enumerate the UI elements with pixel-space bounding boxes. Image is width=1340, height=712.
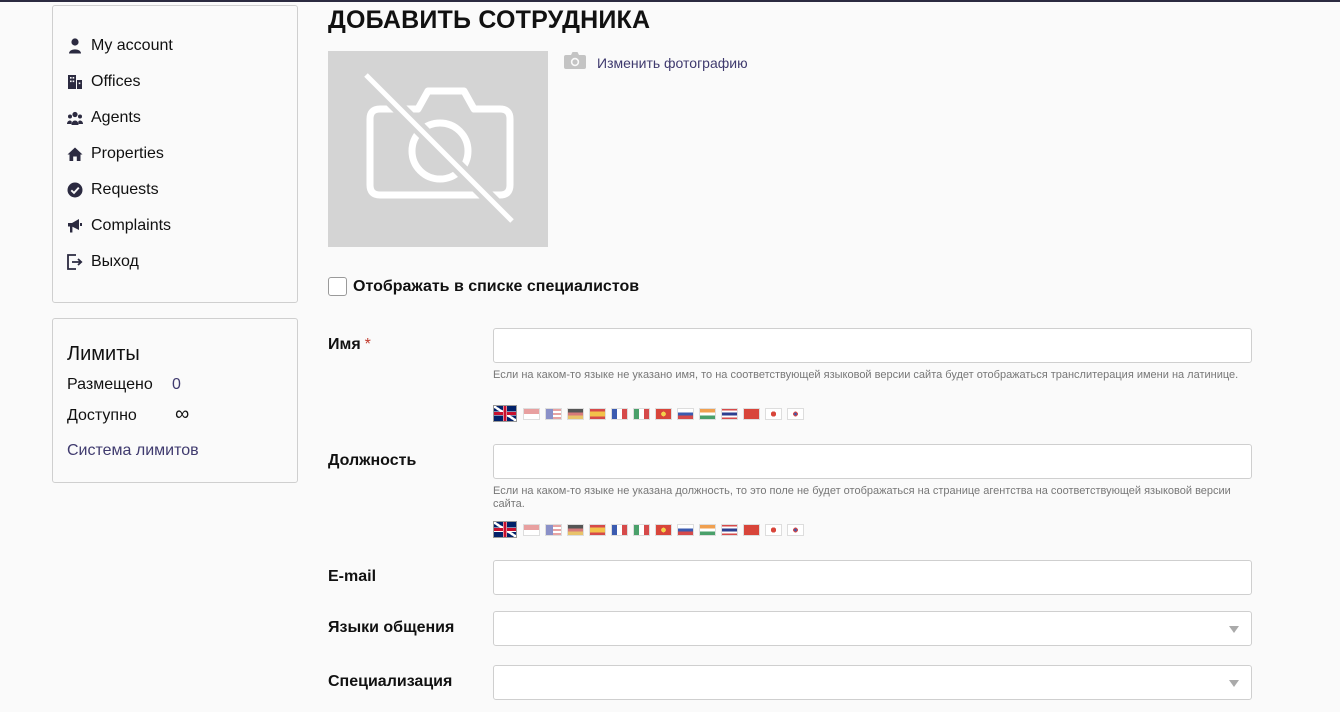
- required-mark: *: [364, 336, 371, 353]
- position-language-flags: [493, 521, 809, 538]
- placed-label: Размещено: [67, 376, 153, 393]
- languages-select[interactable]: [493, 611, 1252, 646]
- available-value: ∞: [175, 403, 190, 425]
- sidebar-item-properties[interactable]: Properties: [67, 142, 164, 166]
- limits-system-link[interactable]: Система лимитов: [67, 442, 199, 460]
- specialization-label: Специализация: [328, 673, 453, 690]
- sidebar-item-logout[interactable]: Выход: [67, 250, 139, 274]
- chevron-down-icon: [1229, 626, 1239, 633]
- limits-title: Лимиты: [67, 343, 140, 365]
- chevron-down-icon: [1229, 680, 1239, 687]
- name-language-flags: [493, 405, 809, 422]
- sidebar-item-label: Complaints: [91, 217, 172, 234]
- flag-jp-icon[interactable]: [765, 523, 782, 536]
- limits-panel: Лимиты Размещено 0 Доступно ∞ Система ли…: [52, 318, 298, 483]
- home-icon: [67, 146, 83, 162]
- sidebar-menu: My account Offices Agents Properties Req…: [52, 5, 298, 303]
- flag-de-icon[interactable]: [567, 407, 584, 420]
- flag-it-icon[interactable]: [633, 523, 650, 536]
- flag-gb-icon[interactable]: [493, 521, 517, 538]
- position-input[interactable]: [493, 444, 1252, 479]
- sidebar-item-label: Requests: [91, 181, 159, 198]
- email-input[interactable]: [493, 560, 1252, 595]
- photo-placeholder[interactable]: [328, 51, 548, 247]
- name-hint: Если на каком-то языке не указано имя, т…: [493, 369, 1239, 381]
- available-label: Доступно: [67, 407, 137, 424]
- show-in-list-checkbox[interactable]: [328, 277, 347, 296]
- flag-in-icon[interactable]: [699, 523, 716, 536]
- check-circle-icon: [67, 182, 83, 198]
- name-label: Имя *: [328, 336, 371, 354]
- sidebar-item-label: Properties: [91, 145, 164, 162]
- flag-vn-icon[interactable]: [655, 407, 672, 420]
- sidebar-item-complaints[interactable]: Complaints: [67, 214, 171, 238]
- flag-id-icon[interactable]: [523, 523, 540, 536]
- flag-de-icon[interactable]: [567, 523, 584, 536]
- email-label: E-mail: [328, 568, 377, 585]
- change-photo-label: Изменить фотографию: [597, 54, 748, 71]
- megaphone-icon: [67, 218, 83, 234]
- people-icon: [67, 110, 83, 126]
- flag-th-icon[interactable]: [721, 407, 738, 420]
- flag-vn-icon[interactable]: [655, 523, 672, 536]
- show-in-list-row: Отображать в списке специалистов: [328, 277, 639, 296]
- flag-cn-icon[interactable]: [743, 523, 760, 536]
- sidebar-item-label: Offices: [91, 73, 141, 90]
- specialization-select[interactable]: [493, 665, 1252, 700]
- sidebar-item-label: My account: [91, 37, 173, 54]
- flag-my-icon[interactable]: [545, 523, 562, 536]
- flag-jp-icon[interactable]: [765, 407, 782, 420]
- position-hint: Если на каком-то языке не указана должно…: [493, 485, 1231, 510]
- user-icon: [67, 38, 83, 54]
- flag-th-icon[interactable]: [721, 523, 738, 536]
- sidebar-item-offices[interactable]: Offices: [67, 70, 141, 94]
- languages-label: Языки общения: [328, 619, 455, 636]
- sidebar-item-my-account[interactable]: My account: [67, 34, 173, 58]
- camera-icon: [563, 50, 587, 75]
- flag-ru-icon[interactable]: [677, 407, 694, 420]
- flag-cn-icon[interactable]: [743, 407, 760, 420]
- flag-fr-icon[interactable]: [611, 407, 628, 420]
- flag-my-icon[interactable]: [545, 407, 562, 420]
- flag-in-icon[interactable]: [699, 407, 716, 420]
- sidebar-item-label: Agents: [91, 109, 141, 126]
- change-photo-link[interactable]: Изменить фотографию: [563, 50, 748, 75]
- flag-kr-icon[interactable]: [787, 523, 804, 536]
- sidebar-item-agents[interactable]: Agents: [67, 106, 141, 130]
- logout-icon: [67, 254, 83, 270]
- top-border: [0, 0, 1340, 2]
- no-photo-icon: [361, 70, 517, 226]
- placed-value: 0: [172, 376, 181, 393]
- flag-es-icon[interactable]: [589, 407, 606, 420]
- sidebar-item-requests[interactable]: Requests: [67, 178, 159, 202]
- flag-ru-icon[interactable]: [677, 523, 694, 536]
- flag-kr-icon[interactable]: [787, 407, 804, 420]
- flag-fr-icon[interactable]: [611, 523, 628, 536]
- name-label-text: Имя: [328, 336, 361, 353]
- sidebar-item-label: Выход: [91, 253, 139, 270]
- flag-it-icon[interactable]: [633, 407, 650, 420]
- position-label: Должность: [328, 452, 417, 469]
- flag-gb-icon[interactable]: [493, 405, 517, 422]
- flag-id-icon[interactable]: [523, 407, 540, 420]
- building-icon: [67, 74, 83, 90]
- page-title: ДОБАВИТЬ СОТРУДНИКА: [328, 6, 651, 34]
- show-in-list-label: Отображать в списке специалистов: [353, 277, 640, 295]
- name-input[interactable]: [493, 328, 1252, 363]
- flag-es-icon[interactable]: [589, 523, 606, 536]
